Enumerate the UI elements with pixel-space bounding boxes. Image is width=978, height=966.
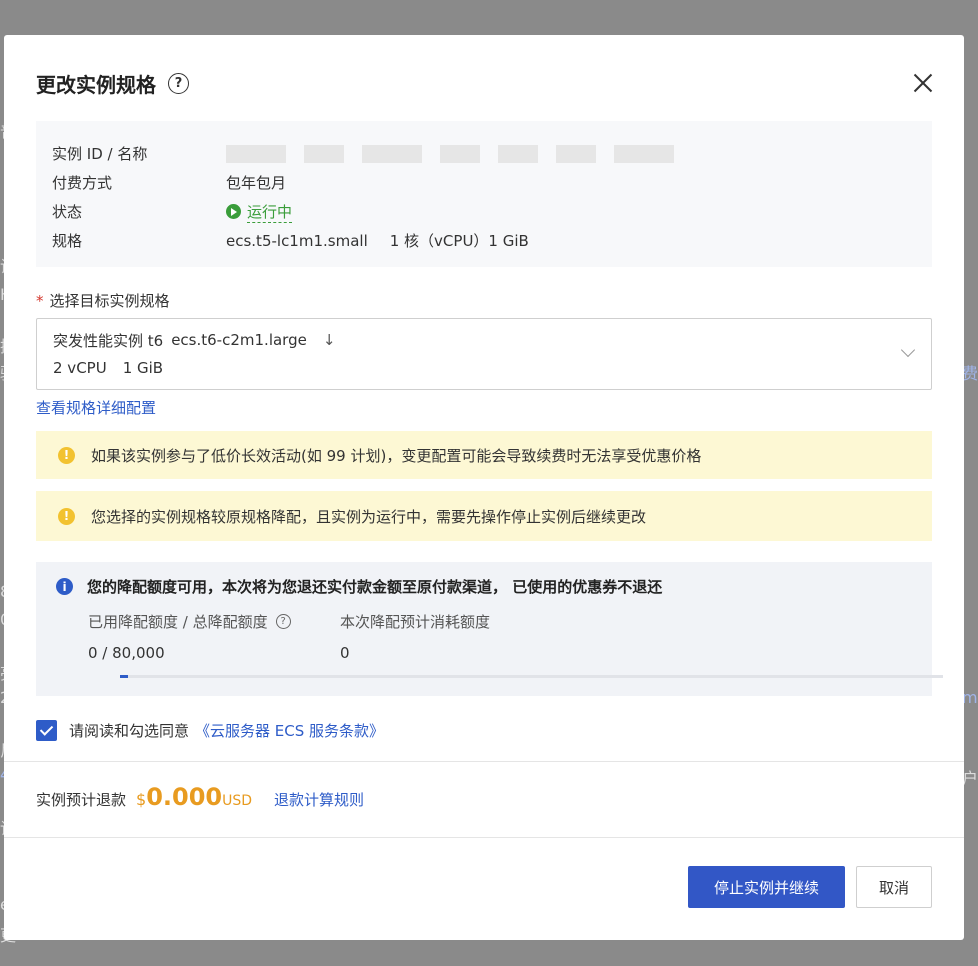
terms-link[interactable]: 《云服务器 ECS 服务条款》 (195, 720, 384, 741)
backdrop-fragment: 费 (962, 364, 978, 383)
status-value: 运行中 (226, 201, 293, 223)
warning-text: 如果该实例参与了低价长效活动(如 99 计划)，变更配置可能会导致续费时无法享受… (91, 446, 702, 465)
redaction-block (362, 144, 422, 163)
info-row-status: 状态 运行中 (52, 197, 916, 226)
quota-used: 已用降配额度 / 总降配额度 ? 0 / 80,000 (88, 611, 340, 662)
warning-icon: ! (58, 507, 75, 525)
quota-progress-bar (120, 675, 943, 678)
info-label: 实例 ID / 名称 (52, 145, 148, 163)
dialog-title: 更改实例规格 (36, 73, 156, 97)
instance-info-panel: 实例 ID / 名称 付费方式 包年包月 状态 运行中 规格 ecs.t5-lc… (36, 121, 932, 267)
info-row-spec: 规格 ecs.t5-lc1m1.small 1 核（vCPU）1 GiB (52, 226, 916, 255)
quota-label: 已用降配额度 / 总降配额度 ? (88, 611, 340, 632)
refund-amount: 0.000 (146, 783, 223, 811)
agree-text: 请阅读和勾选同意 (69, 722, 190, 740)
redaction-block (440, 144, 480, 163)
refund-row: 实例预计退款 $ 0.000 USD 退款计算规则 (36, 783, 364, 811)
required-mark: * (36, 292, 44, 310)
info-label: 规格 (52, 232, 83, 250)
target-spec-label-text: 选择目标实例规格 (49, 292, 170, 310)
warning-alert: ! 如果该实例参与了低价长效活动(如 99 计划)，变更配置可能会导致续费时无法… (36, 431, 932, 479)
quota-consume-label: 本次降配预计消耗额度 (340, 613, 491, 631)
agree-checkbox[interactable] (36, 720, 57, 741)
info-row-pay: 付费方式 包年包月 (52, 168, 916, 197)
cancel-button[interactable]: 取消 (856, 866, 932, 908)
refund-label: 实例预计退款 (36, 791, 127, 809)
question-icon[interactable]: ? (275, 614, 291, 629)
currency-unit: USD (222, 793, 253, 809)
quota-used-value: 0 / 80,000 (88, 644, 165, 662)
backdrop-fragment: mi (962, 688, 978, 707)
info-row-id: 实例 ID / 名称 (52, 139, 916, 168)
select-line: 2 vCPU 1 GiB (53, 359, 915, 377)
redaction-block (226, 144, 286, 163)
quota-columns: 已用降配额度 / 总降配额度 ? 0 / 80,000 本次降配预计消耗额度 0 (88, 611, 912, 662)
info-label: 状态 (52, 203, 83, 221)
spec-memory: 1 GiB (122, 359, 164, 377)
select-line: 突发性能实例 t6 ecs.t6-c2m1.large ↓ (53, 329, 915, 351)
spec-value: ecs.t5-lc1m1.small 1 核（vCPU）1 GiB (226, 230, 529, 251)
spec-vcpu: 2 vCPU (53, 359, 107, 377)
dialog-header: 更改实例规格 ? (36, 69, 189, 98)
arrow-down-icon: ↓ (322, 331, 336, 349)
target-spec-select[interactable]: 突发性能实例 t6 ecs.t6-c2m1.large ↓ 2 vCPU 1 G… (36, 318, 932, 390)
warning-icon: ! (58, 446, 75, 464)
backdrop-fragment: 户 (962, 769, 978, 788)
quota-heading-text: 您的降配额度可用，本次将为您退还实付款金额至原付款渠道， 已使用的优惠券不退还 (87, 578, 663, 596)
agreement-row: 请阅读和勾选同意 《云服务器 ECS 服务条款》 (36, 720, 384, 741)
question-icon[interactable]: ? (168, 73, 189, 94)
quota-progress-fill (120, 675, 129, 678)
spec-detail: 1 核（vCPU）1 GiB (389, 232, 529, 250)
downgrade-quota-panel: i 您的降配额度可用，本次将为您退还实付款金额至原付款渠道， 已使用的优惠券不退… (36, 562, 943, 696)
redaction-block (614, 144, 674, 163)
running-icon (226, 204, 241, 219)
redaction-block (556, 144, 596, 163)
warning-alert: ! 您选择的实例规格较原规格降配，且实例为运行中，需要先操作停止实例后继续更改 (36, 491, 932, 541)
quota-consume: 本次降配预计消耗额度 0 (340, 611, 592, 662)
currency-symbol: $ (136, 790, 147, 809)
quota-consume-value: 0 (340, 644, 350, 662)
divider (4, 761, 964, 762)
redaction-block (304, 144, 344, 163)
target-spec-label: * 选择目标实例规格 (36, 290, 170, 311)
close-icon[interactable] (912, 72, 934, 94)
status-text: 运行中 (247, 202, 293, 223)
info-icon: i (56, 578, 73, 595)
refund-rule-link[interactable]: 退款计算规则 (274, 789, 364, 810)
masked-instance-id (226, 144, 674, 163)
redaction-block (498, 144, 538, 163)
info-label: 付费方式 (52, 174, 113, 192)
info-value: 包年包月 (226, 174, 287, 192)
spec-code: ecs.t6-c2m1.large (171, 331, 307, 349)
warning-text: 您选择的实例规格较原规格降配，且实例为运行中，需要先操作停止实例后继续更改 (91, 507, 647, 526)
spec-code: ecs.t5-lc1m1.small (226, 231, 368, 250)
change-spec-dialog: 更改实例规格 ? 实例 ID / 名称 付费方式 包年包月 状态 运行中 规格 … (4, 35, 964, 940)
quota-used-label: 已用降配额度 / 总降配额度 (88, 613, 268, 631)
divider (4, 837, 964, 838)
spec-family: 突发性能实例 t6 (53, 331, 164, 350)
quota-heading: i 您的降配额度可用，本次将为您退还实付款金额至原付款渠道， 已使用的优惠券不退… (56, 576, 912, 597)
view-spec-detail-link[interactable]: 查看规格详细配置 (36, 397, 156, 418)
stop-and-continue-button[interactable]: 停止实例并继续 (688, 866, 845, 908)
